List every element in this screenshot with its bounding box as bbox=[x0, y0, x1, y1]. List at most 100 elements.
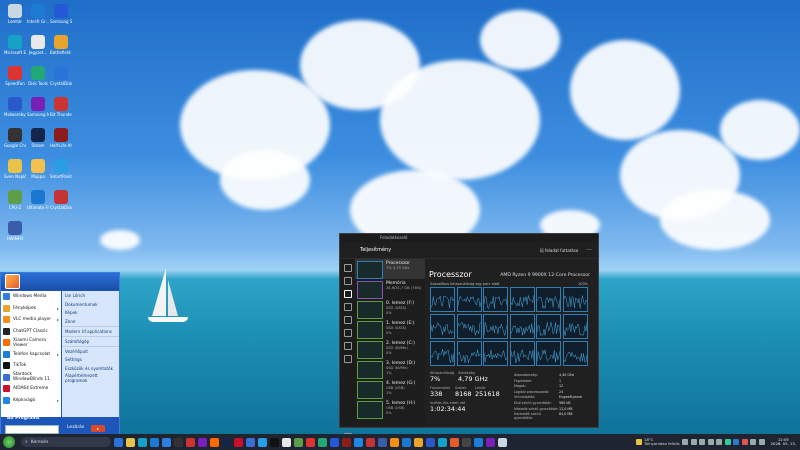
services-icon[interactable] bbox=[343, 355, 352, 363]
taskbar-app-icon[interactable] bbox=[402, 437, 411, 447]
processes-icon[interactable] bbox=[343, 277, 352, 285]
taskbar-app-icon[interactable] bbox=[330, 437, 339, 447]
taskbar-app-icon[interactable] bbox=[414, 437, 423, 447]
start-menu-place[interactable]: Settings bbox=[62, 356, 119, 365]
desktop-icon[interactable]: Bit Thunder bbox=[50, 97, 72, 117]
desktop-icon[interactable]: Jegyzet... bbox=[27, 35, 49, 55]
security-icon[interactable] bbox=[724, 439, 731, 445]
speaker-icon[interactable] bbox=[758, 439, 765, 445]
desktop-icon[interactable]: CrystalDisk Mark bbox=[50, 66, 72, 86]
chevron-up-icon[interactable] bbox=[682, 439, 689, 445]
start-menu-program[interactable]: Fényképek ▸ bbox=[1, 303, 61, 315]
taskbar-app-icon[interactable] bbox=[354, 437, 363, 447]
taskbar-app-icon[interactable] bbox=[174, 437, 183, 447]
performance-item[interactable]: 3. lemez (D:) SSD (NVMe) 1% bbox=[355, 359, 425, 379]
start-menu-place[interactable]: Modern UI applications bbox=[62, 326, 119, 336]
start-menu-program[interactable]: VLC media player ▸ bbox=[1, 314, 61, 326]
taskbar-app-icon[interactable] bbox=[450, 437, 459, 447]
taskbar-app-icon[interactable] bbox=[198, 437, 207, 447]
desktop-icon[interactable]: Ultimate Fractals bbox=[27, 190, 49, 210]
desktop-icon[interactable]: Battlefield 4 bbox=[50, 35, 72, 55]
taskbar-app-icon[interactable] bbox=[222, 437, 231, 447]
start-menu-program[interactable]: Xiaomi Camera Viewer bbox=[1, 337, 61, 349]
taskbar-app-icon[interactable] bbox=[246, 437, 255, 447]
start-menu-program[interactable]: AIDA64 Extreme bbox=[1, 383, 61, 395]
users-icon[interactable] bbox=[343, 329, 352, 337]
desktop-icon[interactable]: Half-Life Alyx bbox=[50, 128, 72, 148]
performance-item[interactable]: 5. lemez (H:) USB (USB) 0% bbox=[355, 399, 425, 419]
taskbar-app-icon[interactable] bbox=[486, 437, 495, 447]
start-menu-program[interactable]: TikTok bbox=[1, 360, 61, 372]
lock-button[interactable]: Lezárás bbox=[67, 425, 84, 430]
desktop-icon[interactable]: Samsung SmartSw... bbox=[50, 4, 72, 24]
desktop-icon[interactable]: Steam bbox=[27, 128, 49, 148]
desktop-icon[interactable]: Lomtár bbox=[4, 4, 26, 24]
taskbar-app-icon[interactable] bbox=[366, 437, 375, 447]
taskbar-app-icon[interactable] bbox=[390, 437, 399, 447]
user-avatar[interactable] bbox=[5, 274, 20, 289]
weather-widget[interactable]: 18°C Túlnyomóan felhős bbox=[644, 437, 680, 447]
performance-icon[interactable] bbox=[343, 290, 352, 298]
taskbar-app-icon[interactable] bbox=[438, 437, 447, 447]
desktop-icon[interactable]: Sven Naplók... bbox=[4, 159, 26, 179]
network-icon[interactable] bbox=[690, 439, 697, 445]
bluetooth-icon[interactable] bbox=[733, 439, 740, 445]
desktop-icon[interactable]: CrystalDisk Info bbox=[50, 190, 72, 210]
taskbar-app-icon[interactable] bbox=[282, 437, 291, 447]
start-menu-place[interactable]: Képek bbox=[62, 309, 119, 318]
start-menu-program[interactable]: Telefon kapcsolat ▸ bbox=[1, 349, 61, 361]
hamburger-icon[interactable] bbox=[343, 264, 352, 272]
performance-item[interactable]: 0. lemez (F:) SSD (SATA) 0% bbox=[355, 299, 425, 319]
usb-icon[interactable] bbox=[750, 439, 757, 445]
taskbar-app-icon[interactable] bbox=[378, 437, 387, 447]
app-history-icon[interactable] bbox=[343, 303, 352, 311]
start-menu-program[interactable]: ChatGPT Classic bbox=[1, 326, 61, 338]
taskbar-app-icon[interactable] bbox=[270, 437, 279, 447]
desktop-icon[interactable]: Samsung Magician bbox=[27, 97, 49, 117]
desktop-icon[interactable]: Intel® Gr... bbox=[27, 4, 49, 24]
all-programs-button[interactable]: All Programs bbox=[7, 416, 40, 421]
update-icon[interactable] bbox=[741, 439, 748, 445]
desktop-icon[interactable]: Microsoft Edge bbox=[4, 35, 26, 55]
desktop-icon[interactable]: Disk Tools bbox=[27, 66, 49, 86]
taskbar-app-icon[interactable] bbox=[498, 437, 507, 447]
taskbar-app-icon[interactable] bbox=[426, 437, 435, 447]
battery-icon[interactable] bbox=[707, 439, 714, 445]
taskbar-app-icon[interactable] bbox=[210, 437, 219, 447]
taskbar-app-icon[interactable] bbox=[462, 437, 471, 447]
taskbar-app-icon[interactable] bbox=[150, 437, 159, 447]
taskbar-app-icon[interactable] bbox=[234, 437, 243, 447]
taskbar-app-icon[interactable] bbox=[114, 437, 123, 447]
startup-icon[interactable] bbox=[343, 316, 352, 324]
start-search-input[interactable] bbox=[5, 425, 59, 434]
desktop-icon[interactable]: Google Chrome bbox=[4, 128, 26, 148]
taskbar-search[interactable]: ⌕ Keresés bbox=[21, 437, 111, 447]
start-menu-place[interactable]: Dokumentumok bbox=[62, 300, 119, 309]
desktop-icon[interactable]: SmartPaint bbox=[50, 159, 72, 179]
start-menu-place[interactable]: Zene bbox=[62, 317, 119, 326]
taskbar-app-icon[interactable] bbox=[318, 437, 327, 447]
performance-item[interactable]: 1. lemez (E:) SSD (SATA) 0% bbox=[355, 319, 425, 339]
start-orb-button[interactable] bbox=[3, 436, 15, 448]
taskbar-app-icon[interactable] bbox=[186, 437, 195, 447]
performance-item[interactable]: 2. lemez (C:) SSD (NVMe) 0% bbox=[355, 339, 425, 359]
desktop-icon[interactable]: SpeedFan bbox=[4, 66, 26, 86]
performance-item[interactable]: Processzor 7% 4,79 GHz bbox=[355, 259, 425, 279]
taskbar-app-icon[interactable] bbox=[342, 437, 351, 447]
desktop-icon[interactable]: Malwarebytes bbox=[4, 97, 26, 117]
start-menu-program[interactable]: Stardock WindowBlinds 11 bbox=[1, 372, 61, 384]
start-menu-program[interactable]: Képkivágó ▸ bbox=[1, 395, 61, 407]
taskbar-app-icon[interactable] bbox=[162, 437, 171, 447]
volume-icon[interactable] bbox=[699, 439, 706, 445]
start-menu-program[interactable]: Windows Media bbox=[1, 291, 61, 303]
performance-item[interactable]: Memória 24,6/31,7 GB (78%) bbox=[355, 279, 425, 299]
start-menu-place[interactable]: Számítógép bbox=[62, 335, 119, 346]
taskbar-app-icon[interactable] bbox=[258, 437, 267, 447]
clock[interactable]: 12:05 2026. 05. 13. bbox=[771, 437, 796, 447]
details-icon[interactable] bbox=[343, 342, 352, 350]
desktop-icon[interactable]: HWiNFO bbox=[4, 221, 26, 241]
start-menu-place[interactable]: Vezérlőpult bbox=[62, 345, 119, 356]
power-button[interactable]: ▸ bbox=[91, 425, 105, 432]
cloud-icon[interactable] bbox=[636, 439, 643, 445]
taskbar-app-icon[interactable] bbox=[294, 437, 303, 447]
